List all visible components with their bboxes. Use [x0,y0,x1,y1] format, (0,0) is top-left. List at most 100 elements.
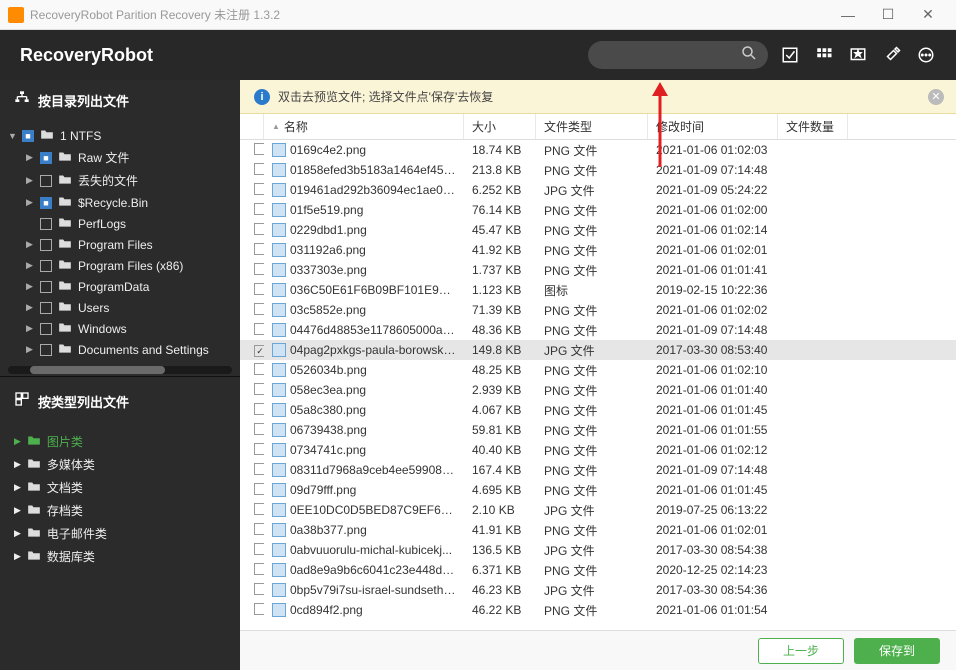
row-checkbox[interactable] [254,283,264,295]
type-item[interactable]: ▶图片类 [0,430,240,453]
tree-checkbox[interactable]: ■ [22,130,34,142]
column-checkbox[interactable] [240,114,264,139]
tree-toggle-icon[interactable]: ▶ [26,260,36,271]
table-row[interactable]: 0cd894f2.png46.22 KBPNG 文件2021-01-06 01:… [240,600,956,620]
tree-checkbox[interactable] [40,239,52,251]
tree-toggle-icon[interactable]: ▶ [26,323,36,334]
bookmark-icon[interactable] [848,45,868,65]
tree-toggle-icon[interactable]: ▶ [26,175,36,186]
tree-checkbox[interactable]: ■ [40,197,52,209]
table-row[interactable]: 058ec3ea.png2.939 KBPNG 文件2021-01-06 01:… [240,380,956,400]
row-checkbox[interactable] [254,143,264,155]
table-row[interactable]: 0a38b377.png41.91 KBPNG 文件2021-01-06 01:… [240,520,956,540]
row-checkbox[interactable] [254,183,264,195]
row-checkbox[interactable] [254,383,264,395]
sidebar-horizontal-scrollbar[interactable] [8,366,232,374]
tree-item[interactable]: ▶■Raw 文件 [0,146,240,169]
info-close-icon[interactable]: ✕ [928,89,944,105]
save-to-button[interactable]: 保存到 [854,638,940,664]
table-row[interactable]: 06739438.png59.81 KBPNG 文件2021-01-06 01:… [240,420,956,440]
tree-checkbox[interactable] [40,302,52,314]
table-row[interactable]: 0734741c.png40.40 KBPNG 文件2021-01-06 01:… [240,440,956,460]
tree-checkbox[interactable] [40,344,52,356]
table-row[interactable]: 0bp5v79i7su-israel-sundsethj...46.23 KBJ… [240,580,956,600]
tree-toggle-icon[interactable]: ▶ [26,197,36,208]
table-row[interactable]: 04pag2pxkgs-paula-borowska...149.8 KBJPG… [240,340,956,360]
table-row[interactable]: 0ad8e9a9b6c6041c23e448d8b3...6.371 KBPNG… [240,560,956,580]
tree-checkbox[interactable] [40,218,52,230]
minimize-button[interactable]: — [828,1,868,29]
row-checkbox[interactable] [254,203,264,215]
table-row[interactable]: 01f5e519.png76.14 KBPNG 文件2021-01-06 01:… [240,200,956,220]
grid-view-icon[interactable] [814,45,834,65]
table-body[interactable]: 0169c4e2.png18.74 KBPNG 文件2021-01-06 01:… [240,140,956,630]
table-row[interactable]: 09d79fff.png4.695 KBPNG 文件2021-01-06 01:… [240,480,956,500]
table-row[interactable]: 036C50E61F6B09BF101E96C...1.123 KB图标2019… [240,280,956,300]
type-item[interactable]: ▶电子邮件类 [0,522,240,545]
row-checkbox[interactable] [254,563,264,575]
tree-item[interactable]: PerfLogs [0,213,240,234]
tree-toggle-icon[interactable]: ▶ [26,281,36,292]
row-checkbox[interactable] [254,223,264,235]
tree-item[interactable]: ▶Documents and Settings [0,339,240,360]
table-row[interactable]: 0229dbd1.png45.47 KBPNG 文件2021-01-06 01:… [240,220,956,240]
row-checkbox[interactable] [254,363,264,375]
column-size[interactable]: 大小 [464,114,536,139]
row-checkbox[interactable] [254,423,264,435]
tree-toggle-icon[interactable]: ▶ [26,344,36,355]
table-row[interactable]: 05a8c380.png4.067 KBPNG 文件2021-01-06 01:… [240,400,956,420]
row-checkbox[interactable] [254,303,264,315]
table-row[interactable]: 0abvuuorulu-michal-kubicekj...136.5 KBJP… [240,540,956,560]
maximize-button[interactable]: ☐ [868,1,908,29]
tree-checkbox[interactable]: ■ [40,152,52,164]
tree-item[interactable]: ▶■$Recycle.Bin [0,192,240,213]
type-item[interactable]: ▶数据库类 [0,545,240,568]
row-checkbox[interactable] [254,543,264,555]
table-row[interactable]: 04476d48853e1178605000a4...48.36 KBPNG 文… [240,320,956,340]
table-row[interactable]: 08311d7968a9ceb4ee599086...167.4 KBPNG 文… [240,460,956,480]
row-checkbox[interactable] [254,583,264,595]
table-row[interactable]: 01858efed3b5183a1464ef455...213.8 KBPNG … [240,160,956,180]
prev-step-button[interactable]: 上一步 [758,638,844,664]
column-name[interactable]: ▲名称 [264,114,464,139]
tree-item[interactable]: ▶Windows [0,318,240,339]
tree-toggle-icon[interactable]: ▶ [26,302,36,313]
check-all-icon[interactable] [780,45,800,65]
column-count[interactable]: 文件数量 [778,114,848,139]
tool-icon[interactable] [882,45,902,65]
table-row[interactable]: 0169c4e2.png18.74 KBPNG 文件2021-01-06 01:… [240,140,956,160]
tree-item[interactable]: ▶丢失的文件 [0,169,240,192]
close-button[interactable]: ✕ [908,1,948,29]
search-input[interactable] [588,41,768,69]
tree-item[interactable]: ▶Program Files (x86) [0,255,240,276]
tree-checkbox[interactable] [40,323,52,335]
type-item[interactable]: ▶存档类 [0,499,240,522]
tree-item[interactable]: ▼■1 NTFS [0,125,240,146]
type-item[interactable]: ▶多媒体类 [0,453,240,476]
row-checkbox[interactable] [254,345,264,357]
more-icon[interactable] [916,45,936,65]
tree-checkbox[interactable] [40,260,52,272]
table-row[interactable]: 0EE10DC0D5BED87C9EF68...2.10 KBJPG 文件201… [240,500,956,520]
row-checkbox[interactable] [254,483,264,495]
tree-item[interactable]: ▶ProgramData [0,276,240,297]
table-row[interactable]: 031192a6.png41.92 KBPNG 文件2021-01-06 01:… [240,240,956,260]
tree-item[interactable]: ▶Program Files [0,234,240,255]
tree-toggle-icon[interactable]: ▶ [26,239,36,250]
row-checkbox[interactable] [254,463,264,475]
row-checkbox[interactable] [254,603,264,615]
tree-checkbox[interactable] [40,175,52,187]
tree-item[interactable]: ▶Users [0,297,240,318]
row-checkbox[interactable] [254,243,264,255]
column-date[interactable]: 修改时间 [648,114,778,139]
tree-toggle-icon[interactable]: ▶ [26,152,36,163]
tree-checkbox[interactable] [40,281,52,293]
table-row[interactable]: 03c5852e.png71.39 KBPNG 文件2021-01-06 01:… [240,300,956,320]
row-checkbox[interactable] [254,523,264,535]
column-type[interactable]: 文件类型 [536,114,648,139]
table-row[interactable]: 0337303e.png1.737 KBPNG 文件2021-01-06 01:… [240,260,956,280]
type-item[interactable]: ▶文档类 [0,476,240,499]
row-checkbox[interactable] [254,323,264,335]
table-row[interactable]: 0526034b.png48.25 KBPNG 文件2021-01-06 01:… [240,360,956,380]
row-checkbox[interactable] [254,443,264,455]
